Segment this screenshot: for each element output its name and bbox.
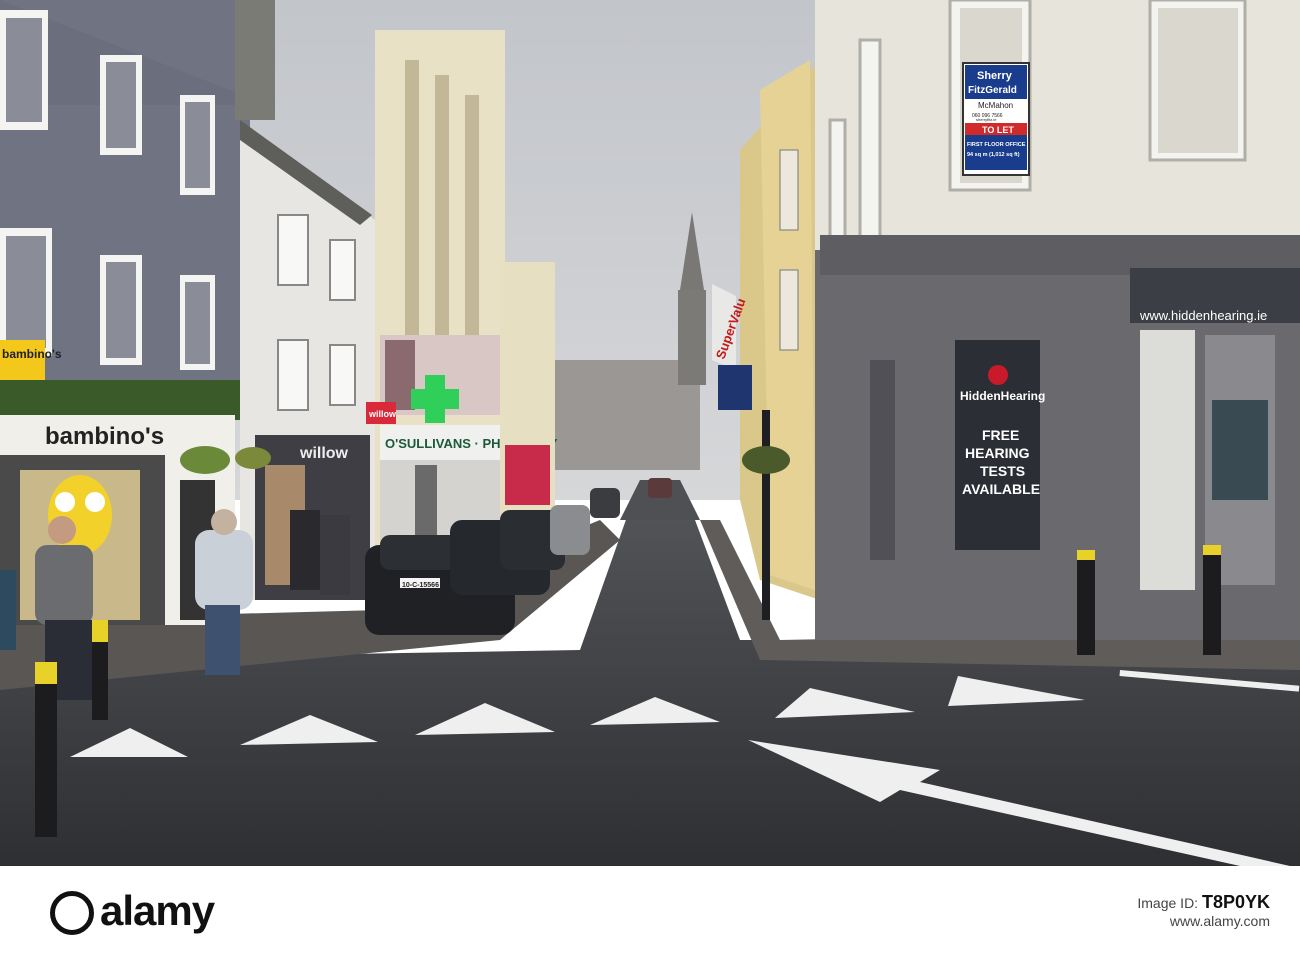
willow-small-text: willow bbox=[368, 409, 397, 419]
car-plate: 10-C-15566 bbox=[402, 582, 439, 589]
hidden-line1: FREE bbox=[982, 427, 1019, 443]
lamp-post bbox=[762, 410, 770, 620]
church-tower bbox=[678, 290, 706, 385]
alamy-logo: alamy bbox=[50, 866, 215, 956]
alamy-logo-text: alamy bbox=[100, 887, 215, 934]
blue-column-sign bbox=[718, 365, 752, 410]
agent-desc-line1: FIRST FLOOR OFFICE bbox=[967, 142, 1026, 148]
hidden-line2: HEARING bbox=[965, 445, 1030, 461]
agent-desc-line2: 94 sq m (1,012 sq ft) bbox=[967, 152, 1020, 158]
hedge-band bbox=[0, 380, 245, 420]
agent-to-let: TO LET bbox=[982, 125, 1014, 135]
image-id-block: Image ID: T8P0YK www.alamy.com bbox=[1137, 866, 1270, 956]
street-photo: bambino's bambino's willow O'SULLIVANS ·… bbox=[0, 0, 1300, 866]
hidden-line4: AVAILABLE bbox=[962, 481, 1040, 497]
agent-brand-line2: FitzGerald bbox=[968, 85, 1017, 96]
bambinos-main-sign: bambino's bbox=[45, 423, 164, 450]
street-scene-graphic: bambino's bambino's willow O'SULLIVANS ·… bbox=[0, 0, 1300, 866]
hidden-line3: TESTS bbox=[980, 463, 1025, 479]
agent-web: sherryfitz.ie bbox=[976, 117, 997, 122]
distant-buildings bbox=[540, 360, 700, 470]
alamy-site-url: www.alamy.com bbox=[1169, 912, 1270, 929]
hidden-url: www.hiddenhearing.ie bbox=[1139, 308, 1267, 323]
willow-main-sign: willow bbox=[299, 445, 349, 462]
watermark-bar: alamy Image ID: T8P0YK www.alamy.com bbox=[0, 866, 1300, 956]
agent-branch: McMahon bbox=[978, 101, 1013, 110]
image-id-label: Image ID: bbox=[1137, 894, 1199, 911]
hidden-brand: HiddenHearing bbox=[960, 389, 1045, 403]
bambinos-hanging-text: bambino's bbox=[2, 347, 62, 361]
agent-brand-line1: Sherry bbox=[977, 70, 1013, 82]
image-id-code: T8P0YK bbox=[1201, 891, 1270, 912]
alamy-logo-icon bbox=[50, 891, 94, 935]
